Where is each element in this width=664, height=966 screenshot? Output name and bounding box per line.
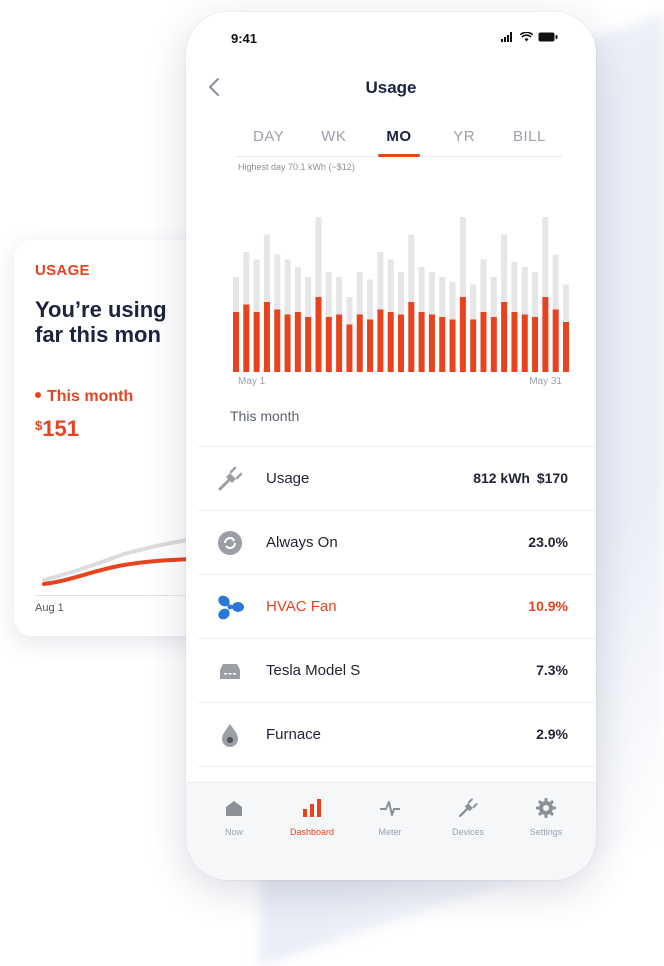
phone-frame: 9:41 Usage DAY WK MO YR BILL Highest day…	[186, 12, 596, 880]
plug-icon	[218, 466, 243, 491]
legend-dot-icon	[35, 391, 41, 398]
tab-year[interactable]: YR	[432, 126, 497, 156]
bar-current	[449, 319, 456, 372]
list-item-hvac-fan[interactable]: HVAC Fan 10.9%	[198, 574, 596, 638]
bar-current	[233, 312, 239, 372]
tab-label: Dashboard	[289, 827, 335, 837]
status-icons	[501, 32, 558, 42]
list-item-usage[interactable]: Usage 812 kWh $170	[198, 446, 596, 510]
chart-axis-start: May 1	[238, 376, 266, 387]
row-value: 2.9%	[536, 726, 568, 742]
bar-current	[305, 317, 312, 372]
tab-day[interactable]: DAY	[236, 126, 301, 156]
bar-current	[428, 314, 435, 372]
row-value: $170	[536, 470, 568, 486]
card-amount: $151	[35, 416, 79, 442]
row-name: Furnace	[266, 726, 322, 743]
battery-icon	[538, 32, 558, 42]
bar-current	[563, 322, 569, 372]
usage-bar-chart	[233, 217, 569, 372]
bar-current	[356, 314, 363, 372]
gear-icon	[536, 798, 556, 818]
bottom-tab-bar: Now Dashboard Meter Devices Settings	[186, 782, 596, 880]
bar-current	[470, 319, 477, 372]
tab-month[interactable]: MO	[366, 126, 431, 157]
bar-current	[284, 314, 291, 372]
status-bar: 9:41	[186, 12, 596, 56]
bar-current	[294, 312, 301, 372]
bar-current	[480, 312, 487, 372]
row-value: 10.9%	[528, 598, 568, 614]
bar-current	[521, 314, 528, 372]
row-name: Usage	[266, 470, 310, 487]
refresh-icon	[218, 531, 242, 555]
car-icon	[220, 664, 240, 679]
amount-value: 151	[42, 416, 79, 441]
tab-label: Settings	[529, 827, 563, 837]
tab-week[interactable]: WK	[301, 126, 366, 156]
bar-current	[459, 297, 466, 372]
bar-current	[315, 297, 322, 372]
usage-breakdown-list: Usage 812 kWh $170 Always On 23.0% HVAC …	[198, 446, 596, 830]
bar-current	[387, 312, 394, 372]
bar-current	[325, 317, 332, 372]
drop-icon	[222, 724, 238, 747]
tab-meter[interactable]: Meter	[355, 795, 425, 837]
period-tabs: DAY WK MO YR BILL	[236, 126, 562, 157]
status-time: 9:41	[231, 31, 258, 46]
highest-day-label: Highest day 70.1 kWh (~$12)	[238, 162, 355, 172]
list-item-tesla[interactable]: Tesla Model S 7.3%	[198, 638, 596, 702]
plug-icon	[458, 798, 478, 818]
bar-current	[439, 317, 446, 372]
fan-icon	[218, 595, 244, 620]
bar-current	[274, 309, 281, 372]
card-legend: This month	[35, 388, 133, 406]
list-item-furnace[interactable]: Furnace 2.9%	[198, 702, 596, 766]
legend-label: This month	[47, 388, 134, 405]
pulse-icon	[380, 801, 400, 816]
tab-now[interactable]: Now	[199, 795, 269, 837]
bar-current	[418, 312, 425, 372]
bar-chart-icon	[303, 799, 321, 817]
nav-bar: Usage	[186, 72, 596, 104]
row-value: 7.3%	[536, 662, 568, 678]
card-axis-start: Aug 1	[35, 602, 64, 614]
wifi-icon	[520, 32, 533, 42]
row-name: Tesla Model S	[266, 662, 361, 679]
bar-current	[253, 312, 260, 372]
row-name: Always On	[266, 534, 338, 551]
bar-current	[377, 309, 384, 372]
bar-current	[336, 314, 343, 372]
row-kwh: 812 kWh	[473, 470, 530, 486]
bar-current	[511, 312, 518, 372]
bar-current	[243, 304, 250, 372]
list-item-always-on[interactable]: Always On 23.0%	[198, 510, 596, 574]
tab-dashboard[interactable]: Dashboard	[277, 795, 347, 837]
chart-axis-end: May 31	[529, 376, 562, 387]
card-kicker: USAGE	[35, 262, 90, 279]
currency-symbol: $	[35, 418, 43, 433]
bar-current	[552, 309, 559, 372]
tab-label: Meter	[378, 827, 402, 837]
tab-devices[interactable]: Devices	[433, 795, 503, 837]
tab-settings[interactable]: Settings	[511, 795, 581, 837]
section-label: This month	[230, 408, 300, 424]
bar-current	[542, 297, 549, 372]
home-icon	[226, 801, 242, 816]
row-value: 23.0%	[528, 534, 568, 550]
bar-current	[408, 302, 415, 372]
page-title: Usage	[365, 78, 417, 97]
tab-label: Now	[224, 827, 243, 837]
row-name: HVAC Fan	[266, 598, 337, 615]
tab-bill[interactable]: BILL	[497, 126, 562, 156]
bar-current	[501, 302, 508, 372]
bar-current	[490, 317, 497, 372]
tab-label: Devices	[451, 827, 484, 837]
bar-current	[346, 324, 353, 372]
bar-current	[367, 319, 374, 372]
bar-current	[263, 302, 270, 372]
bar-current	[532, 317, 539, 372]
bar-current	[398, 314, 404, 372]
signal-icon	[501, 32, 512, 42]
